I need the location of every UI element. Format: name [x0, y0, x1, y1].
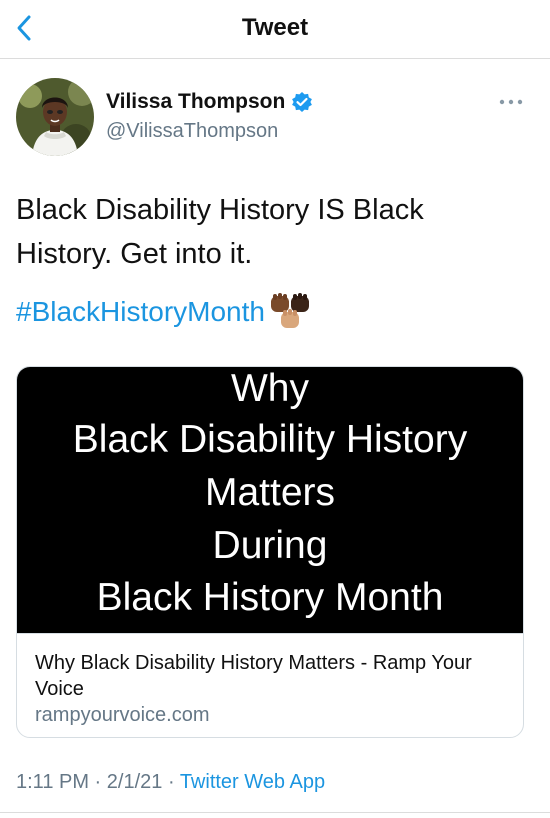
link-preview-card[interactable]: Why Black Disability History Matters Dur…: [16, 366, 524, 738]
navigation-bar: Tweet: [0, 0, 550, 59]
tweet-meta: 1:11 PM · 2/1/21 · Twitter Web App: [16, 771, 325, 794]
card-image-text-line: Black Disability History: [72, 418, 468, 461]
tweet-text: Black Disability History IS Black Histor…: [16, 188, 496, 276]
card-image-text-line: During: [212, 524, 328, 567]
author-handle[interactable]: @VilissaThompson: [106, 120, 278, 143]
author-name-row[interactable]: Vilissa Thompson: [106, 90, 313, 114]
card-image-text-line: Why: [231, 367, 309, 410]
avatar[interactable]: [16, 78, 94, 156]
more-horizontal-icon: [499, 99, 523, 105]
tweet-text-line-2: History. Get into it.: [16, 238, 253, 270]
divider: [0, 812, 550, 813]
card-title: Why Black Disability History Matters - R…: [35, 652, 472, 700]
tweet-date: 2/1/21: [106, 771, 163, 793]
hashtag-line: #BlackHistoryMonth: [16, 290, 313, 334]
card-image-text-line: Black History Month: [96, 576, 444, 619]
raised-fists-icon: [269, 292, 313, 332]
card-domain: rampyourvoice.com: [35, 704, 210, 726]
verified-badge-icon: [291, 91, 313, 113]
tweet-time: 1:11 PM: [16, 771, 89, 793]
page-title: Tweet: [241, 14, 309, 41]
tweet-source-link[interactable]: Twitter Web App: [180, 771, 325, 793]
avatar-photo: [16, 78, 94, 156]
tweet-text-line-1: Black Disability History IS Black: [16, 194, 424, 226]
hashtag-link[interactable]: #BlackHistoryMonth: [16, 296, 265, 328]
meta-separator: ·: [162, 771, 180, 793]
more-options-button[interactable]: [496, 92, 526, 112]
card-info: Why Black Disability History Matters - R…: [17, 633, 523, 737]
author-name: Vilissa Thompson: [106, 90, 286, 113]
card-image: Why Black Disability History Matters Dur…: [17, 367, 523, 633]
meta-separator: ·: [89, 771, 107, 793]
card-image-text-line: Matters: [204, 471, 336, 514]
